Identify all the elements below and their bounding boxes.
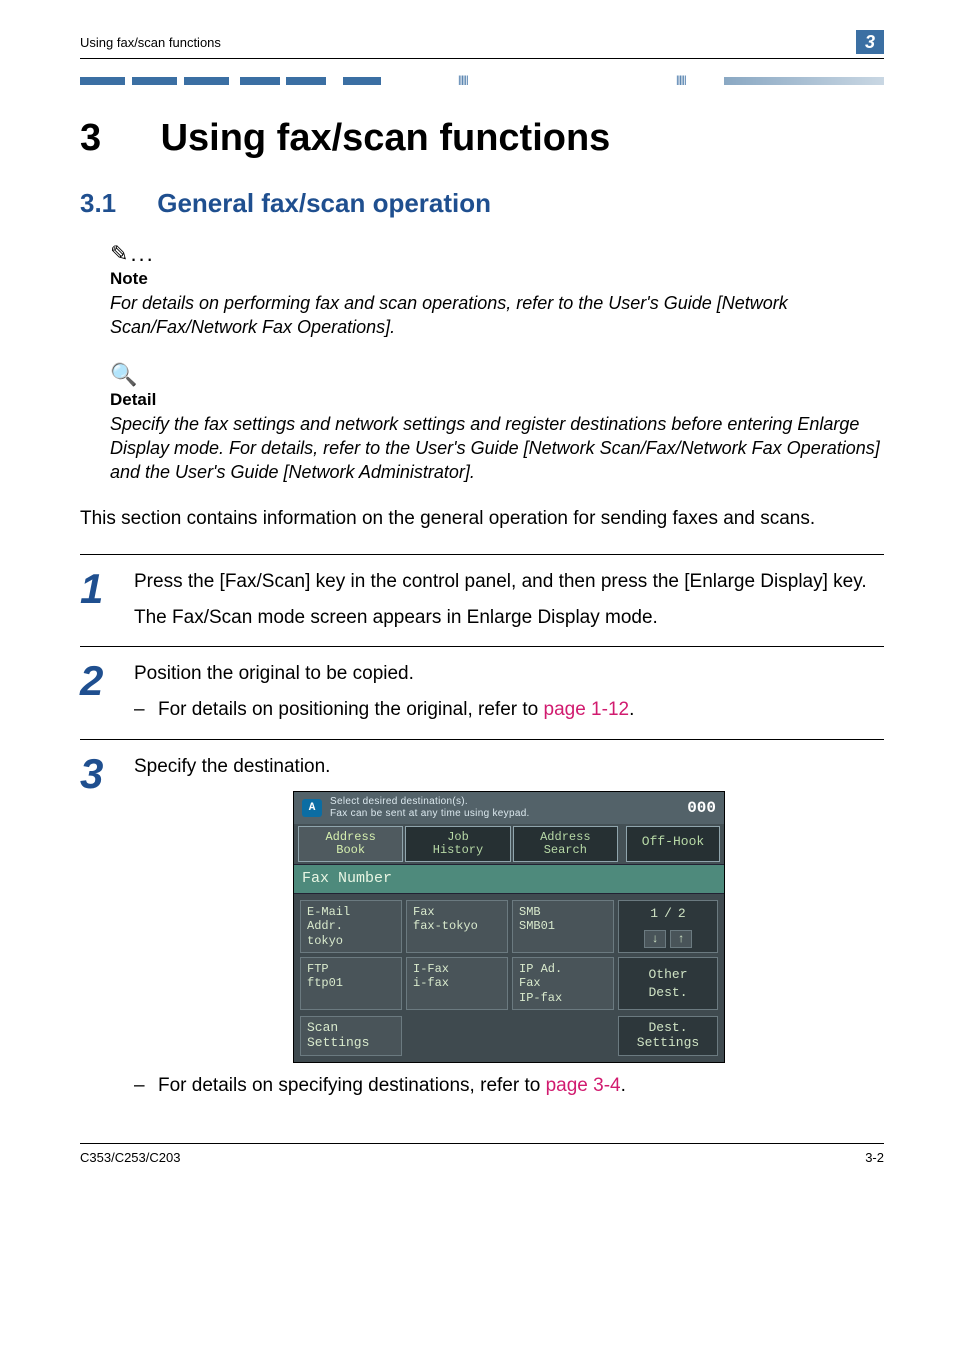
step-3-link[interactable]: page 3-4 [546,1075,621,1096]
magnifier-icon: 🔍 [110,362,137,387]
note-heading: Note [110,269,884,289]
step-2-bullet-1b: . [629,699,634,720]
dest-fax-type: Fax [413,905,501,919]
step-1-text-1: Press the [Fax/Scan] key in the control … [134,569,884,595]
chapter-heading: 3 Using fax/scan functions [80,117,884,160]
footer-model: C353/C253/C203 [80,1150,180,1165]
other-dest-button[interactable]: Other Dest. [618,957,718,1010]
pager-page: 1 [650,905,658,923]
dest-email-tokyo[interactable]: E-Mail Addr. tokyo [300,900,402,953]
dest-fax-tokyo[interactable]: Fax fax-tokyo [406,900,508,953]
enlarge-badge-icon: A [302,799,322,817]
pager-box: 1 / 2 ↓ ↑ [618,900,718,953]
tab-job-history[interactable]: Job History [405,826,510,861]
dest-ftp[interactable]: FTP ftp01 [300,957,402,1010]
section-title: General fax/scan operation [157,188,491,218]
detail-block: 🔍 Detail Specify the fax settings and ne… [110,362,884,485]
scan-settings-button[interactable]: Scan Settings [300,1016,402,1056]
dest-email-type: E-Mail Addr. [307,905,395,934]
detail-heading: Detail [110,390,884,410]
footer-rule [80,1143,884,1144]
step-1: 1 Press the [Fax/Scan] key in the contro… [80,554,884,646]
step-2-bullet-1: For details on positioning the original,… [158,697,884,723]
step-3-bullet-1b: . [621,1075,626,1096]
pager-sep: / [664,905,672,923]
ui-top-msg-2: Fax can be sent at any time using keypad… [330,808,687,820]
chapter-title: Using fax/scan functions [161,117,611,159]
ui-top-msg-1: Select desired destination(s). [330,796,687,808]
dest-settings-button[interactable]: Dest. Settings [618,1016,718,1056]
intro-paragraph: This section contains information on the… [80,506,884,532]
page-header-breadcrumb: Using fax/scan functions [80,35,856,50]
step-3-text-1: Specify the destination. [134,754,884,780]
dest-smb-label: SMB01 [519,919,607,933]
dest-ifax-label: i-fax [413,976,501,990]
step-1-number: 1 [80,569,134,630]
step-2-bullet-1a: For details on positioning the original,… [158,699,544,720]
dest-email-label: tokyo [307,934,395,948]
step-2-link[interactable]: page 1-12 [544,699,630,720]
ui-blank-2 [512,1016,614,1056]
note-dots-icon: ... [130,241,154,266]
step-3-bullet-1: For details on specifying destinations, … [158,1073,884,1099]
off-hook-button[interactable]: Off-Hook [626,826,720,861]
pager-total: 2 [678,905,686,923]
step-3-number: 3 [80,754,134,1099]
decorative-strip: |||||||||||| [80,73,884,87]
ui-screenshot: A Select desired destination(s). Fax can… [293,791,725,1063]
dest-ipfax[interactable]: IP Ad. Fax IP-fax [512,957,614,1010]
dest-ipfax-type: IP Ad. Fax [519,962,607,991]
section-heading: 3.1 General fax/scan operation [80,188,884,219]
pager-down-button[interactable]: ↓ [644,930,666,948]
footer-page-number: 3-2 [865,1150,884,1165]
note-block: ✎... Note For details on performing fax … [110,241,884,340]
fax-number-field[interactable]: Fax Number [294,864,724,894]
note-body-text: For details on performing fax and scan o… [110,291,884,340]
dest-smb-type: SMB [519,905,607,919]
chapter-corner-badge: 3 [856,30,884,54]
ui-counter: 000 [687,798,716,820]
dest-fax-label: fax-tokyo [413,919,501,933]
step-3: 3 Specify the destination. A Select desi… [80,739,884,1115]
ui-top-bar: A Select desired destination(s). Fax can… [294,792,724,824]
dest-ifax-type: I-Fax [413,962,501,976]
step-1-text-2: The Fax/Scan mode screen appears in Enla… [134,605,884,631]
tab-address-search[interactable]: Address Search [513,826,618,861]
chapter-number: 3 [80,117,150,160]
step-3-bullet-1a: For details on specifying destinations, … [158,1075,546,1096]
dest-ftp-label: ftp01 [307,976,395,990]
detail-body-text: Specify the fax settings and network set… [110,412,884,485]
pager-up-button[interactable]: ↑ [670,930,692,948]
section-number: 3.1 [80,188,150,219]
tab-address-book[interactable]: Address Book [298,826,403,861]
ui-blank [406,1016,508,1056]
dest-ipfax-label: IP-fax [519,991,607,1005]
step-2-text-1: Position the original to be copied. [134,661,884,687]
dest-smb[interactable]: SMB SMB01 [512,900,614,953]
header-rule [80,58,884,59]
dest-ifax[interactable]: I-Fax i-fax [406,957,508,1010]
pencil-icon: ✎ [110,241,128,266]
dest-ftp-type: FTP [307,962,395,976]
step-2-number: 2 [80,661,134,722]
step-2: 2 Position the original to be copied. Fo… [80,646,884,738]
